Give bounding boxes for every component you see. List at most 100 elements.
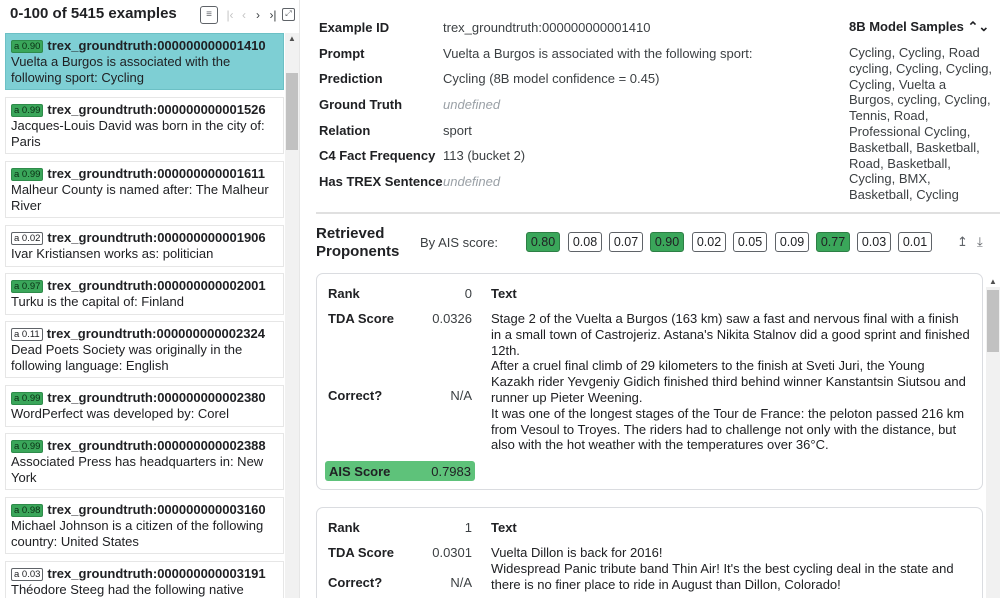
example-id: trex_groundtruth:000000000001410 <box>47 38 266 53</box>
example-id: trex_groundtruth:000000000003191 <box>47 566 266 581</box>
correct-label: Correct? <box>328 388 383 403</box>
rank-label: Rank <box>328 286 360 301</box>
ais-badge: a 0.99 <box>11 168 44 181</box>
ais-score-chip[interactable]: 0.77 <box>816 232 850 252</box>
example-id: trex_groundtruth:000000000002388 <box>47 438 266 453</box>
download-icon[interactable]: ⤓ <box>977 234 983 250</box>
example-id: trex_groundtruth:000000000001611 <box>47 166 265 181</box>
rank-label: Rank <box>328 520 360 535</box>
example-list-item[interactable]: a 0.11 trex_groundtruth:000000000002324 De… <box>5 321 284 378</box>
ground-truth-label: Ground Truth <box>319 97 403 112</box>
fit-view-icon[interactable]: ⤢ <box>282 8 295 21</box>
ais-score-chip[interactable]: 0.03 <box>857 232 891 252</box>
example-text: Jacques-Louis David was born in the city… <box>11 117 265 149</box>
scroll-up-arrow-icon[interactable]: ▲ <box>285 33 299 45</box>
proponent-card: Rank 1 Text TDA Score 0.0301 Correct? N/… <box>316 507 983 598</box>
example-text: Turku is the capital of: Finland <box>11 293 184 309</box>
prediction-value: Cycling (8B model confidence = 0.45) <box>443 71 660 86</box>
text-label: Text <box>491 286 517 301</box>
example-id: trex_groundtruth:000000000002324 <box>46 326 265 341</box>
examples-scrollbar-thumb[interactable] <box>286 73 298 150</box>
text-label: Text <box>491 520 517 535</box>
ais-score-chip[interactable]: 0.05 <box>733 232 767 252</box>
ais-score-chip[interactable]: 0.90 <box>650 232 684 252</box>
ais-badge: a 0.99 <box>11 104 44 117</box>
example-list-item[interactable]: a 0.99 trex_groundtruth:000000000001611 Ma… <box>5 161 284 218</box>
example-id: trex_groundtruth:000000000002001 <box>47 278 266 293</box>
example-id: trex_groundtruth:000000000001526 <box>47 102 266 117</box>
rank-value: 0 <box>464 286 472 301</box>
next-page-icon[interactable]: › <box>252 6 264 24</box>
example-text: Ivar Kristiansen works as: politician <box>11 245 214 261</box>
example-list-item[interactable]: a 0.03 trex_groundtruth:000000000003191 Th… <box>5 561 284 598</box>
correct-label: Correct? <box>328 575 383 590</box>
trex-sentence-label: Has TREX Sentence <box>319 174 443 189</box>
ais-score-chip[interactable]: 0.08 <box>568 232 602 252</box>
example-id: trex_groundtruth:000000000001906 <box>47 230 266 245</box>
proponent-text: Vuelta Dillon is back for 2016! Widesprea… <box>491 545 954 592</box>
examples-count-title: 0-100 of 5415 examples <box>10 5 177 22</box>
prev-page-icon[interactable]: ‹ <box>238 6 250 24</box>
prompt-value: Vuelta a Burgos is associated with the f… <box>443 46 753 61</box>
ais-score-chip[interactable]: 0.01 <box>898 232 932 252</box>
tda-score-value: 0.0301 <box>432 545 472 560</box>
example-list-item[interactable]: a 0.98 trex_groundtruth:000000000003160 Mi… <box>5 497 284 554</box>
example-id-value: trex_groundtruth:000000000001410 <box>443 20 651 35</box>
prediction-label: Prediction <box>319 71 383 86</box>
ais-score-label: AIS Score <box>329 464 391 479</box>
example-list-item[interactable]: a 0.99 trex_groundtruth:000000000002380 Wo… <box>5 385 284 427</box>
model-samples-sort-header[interactable]: 8B Model Samples ⌃⌄ <box>849 19 989 35</box>
ais-score-chip[interactable]: 0.07 <box>609 232 643 252</box>
ground-truth-value: undefined <box>443 97 501 112</box>
relation-value: sport <box>443 123 472 138</box>
ais-score-chip[interactable]: 0.09 <box>775 232 809 252</box>
ais-badge: a 0.97 <box>11 280 44 293</box>
ais-badge: a 0.99 <box>11 440 44 453</box>
example-id-label: Example ID <box>319 20 390 35</box>
example-text: Malheur County is named after: The Malhe… <box>11 181 269 213</box>
example-list-item[interactable]: a 0.97 trex_groundtruth:000000000002001 Tu… <box>5 273 284 315</box>
examples-header: 0-100 of 5415 examples ≡ |‹ ‹ › ›| ⤢ <box>0 0 300 30</box>
ais-score-label: By AIS score: <box>420 235 499 250</box>
relation-label: Relation <box>319 123 371 138</box>
ais-badge: a 0.02 <box>11 232 44 245</box>
ais-badge: a 0.98 <box>11 504 44 517</box>
prompt-label: Prompt <box>319 46 365 61</box>
ais-score-chip[interactable]: 0.02 <box>692 232 726 252</box>
ais-badge: a 0.90 <box>11 40 44 53</box>
model-samples-text: Cycling, Cycling, Road cycling, Cycling,… <box>849 45 993 203</box>
example-list-item[interactable]: a 0.99 trex_groundtruth:000000000002388 As… <box>5 433 284 490</box>
tda-score-label: TDA Score <box>328 311 394 326</box>
trex-sentence-value: undefined <box>443 174 501 189</box>
c4-frequency-value: 113 (bucket 2) <box>443 148 526 163</box>
example-text: Associated Press has headquarters in: Ne… <box>11 453 264 485</box>
example-id: trex_groundtruth:000000000003160 <box>47 502 266 517</box>
example-text: Théodore Steeg had the following native <box>11 581 244 597</box>
example-list-item[interactable]: a 0.90 trex_groundtruth:000000000001410 Vu… <box>5 33 284 90</box>
example-text: Dead Poets Society was originally in the… <box>11 341 243 373</box>
last-page-icon[interactable]: ›| <box>266 6 280 24</box>
example-list-item[interactable]: a 0.02 trex_groundtruth:000000000001906 Iv… <box>5 225 284 267</box>
retrieved-proponents-title: Retrieved Proponents <box>316 225 400 260</box>
examples-list: a 0.90 trex_groundtruth:000000000001410 Vu… <box>5 33 285 598</box>
examples-panel: 0-100 of 5415 examples ≡ |‹ ‹ › ›| ⤢ a 0… <box>0 0 300 598</box>
example-text: Michael Johnson is a citizen of the foll… <box>11 517 264 549</box>
ais-badge: a 0.99 <box>11 392 44 405</box>
correct-value: N/A <box>450 388 472 403</box>
example-list-item[interactable]: a 0.99 trex_groundtruth:000000000001526 Ja… <box>5 97 284 154</box>
proponent-text: Stage 2 of the Vuelta a Burgos (163 km) … <box>491 311 970 453</box>
example-text: Vuelta a Burgos is associated with the f… <box>11 53 231 85</box>
ais-badge: a 0.03 <box>11 568 44 581</box>
ais-score-chip[interactable]: 0.80 <box>526 232 560 252</box>
section-divider <box>316 212 1000 214</box>
c4-frequency-label: C4 Fact Frequency <box>319 148 436 163</box>
first-page-icon[interactable]: |‹ <box>224 6 236 24</box>
scroll-up-arrow-icon[interactable]: ▲ <box>986 276 1000 287</box>
ais-score-box: AIS Score 0.7983 <box>325 461 475 481</box>
proponents-scrollbar-thumb[interactable] <box>987 290 999 352</box>
scroll-to-top-icon[interactable]: ↥ <box>957 234 968 250</box>
example-id: trex_groundtruth:000000000002380 <box>47 390 266 405</box>
list-view-icon[interactable]: ≡ <box>200 6 218 24</box>
rank-value: 1 <box>464 520 472 535</box>
ais-badge: a 0.11 <box>11 328 43 341</box>
